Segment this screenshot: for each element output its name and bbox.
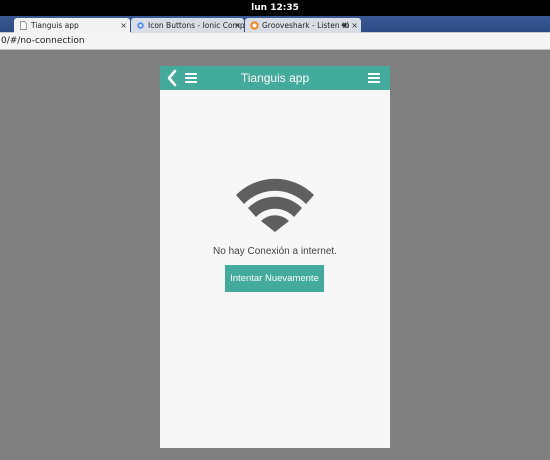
- speaker-icon: ◀): [340, 21, 349, 29]
- page-icon: [20, 21, 27, 30]
- ionic-icon: [137, 22, 144, 29]
- menu-icon[interactable]: [368, 73, 380, 83]
- browser-tab-strip: × Tianguis app × Icon Buttons - Ionic Co…: [0, 16, 550, 46]
- system-clock: lun 12:35: [0, 0, 550, 16]
- wifi-icon: [236, 178, 314, 232]
- tab-label: Tianguis app: [31, 21, 79, 30]
- tab-label: Icon Buttons - Ionic Compo: [148, 21, 244, 30]
- page-title: Tianguis app: [240, 71, 310, 85]
- tab-icon-buttons[interactable]: Icon Buttons - Ionic Compo ×: [131, 18, 244, 33]
- app-screen: Tianguis app No hay Conexión a internet.…: [160, 66, 390, 448]
- close-icon[interactable]: ×: [234, 18, 241, 33]
- tab-tianguis-app[interactable]: Tianguis app ×: [14, 18, 130, 33]
- close-icon[interactable]: ×: [120, 18, 127, 33]
- app-header: Tianguis app: [160, 66, 390, 90]
- tab-label: Grooveshark - Listen to: [262, 21, 350, 30]
- tab-grooveshark[interactable]: Grooveshark - Listen to ◀) ×: [245, 18, 361, 33]
- retry-button[interactable]: Intentar Nuevamente: [225, 265, 324, 292]
- grooveshark-icon: [250, 21, 259, 30]
- close-icon[interactable]: ×: [351, 18, 358, 33]
- address-bar[interactable]: 0/#/no-connection: [0, 33, 550, 50]
- no-connection-message: No hay Conexión a internet.: [213, 246, 337, 257]
